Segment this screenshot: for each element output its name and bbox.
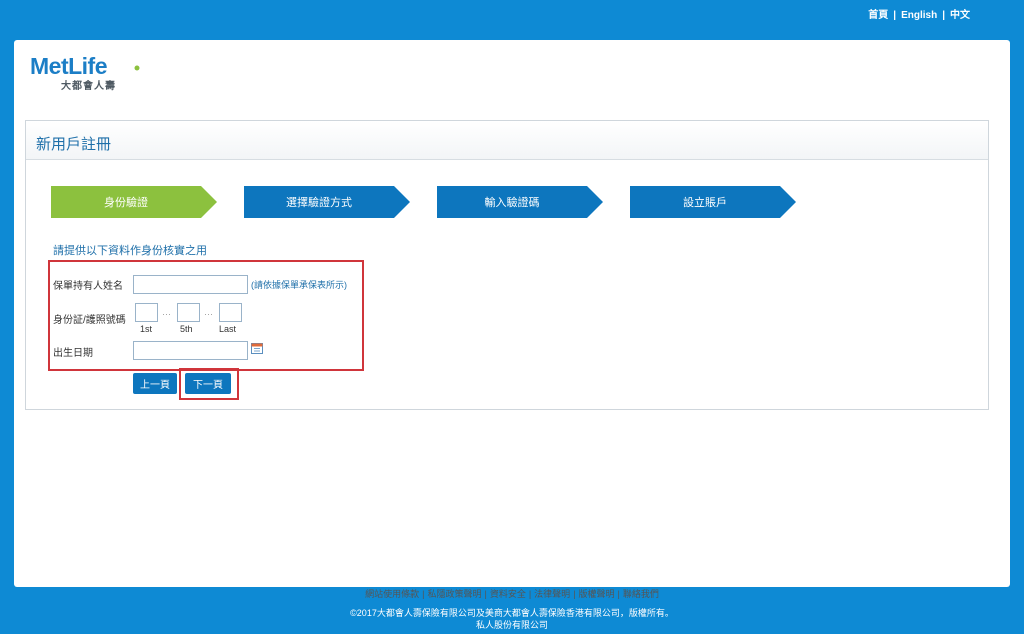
- top-nav: 首頁 | English | 中文: [868, 6, 970, 21]
- id-fifth-char-input[interactable]: [177, 303, 200, 322]
- footer-separator: |: [617, 589, 620, 599]
- id-dots: ···: [162, 309, 171, 319]
- main-panel: MetLife 大都會人壽 新用戶註冊 身份驗證 選擇驗證方式 輸入驗證碼 設立…: [14, 40, 1010, 587]
- copyright: ©2017大都會人壽保險有限公司及美商大都會人壽保險香港有限公司，版權所有。 私…: [0, 607, 1024, 631]
- id-last-char-input[interactable]: [219, 303, 242, 322]
- top-nav-separator: |: [942, 10, 945, 21]
- step-label: 選擇驗證方式: [286, 197, 352, 209]
- top-nav-separator: |: [893, 10, 897, 21]
- holder-name-hint: (請依據保單承保表所示): [251, 280, 347, 290]
- step-setup-account: 設立賬戶: [630, 186, 796, 218]
- page-title: 新用戶註冊: [36, 136, 112, 153]
- footer-links: 網站使用條款 | 私隱政策聲明 | 資料安全 | 法律聲明 | 版權聲明 | 聯絡我們: [0, 587, 1024, 600]
- step-label: 設立賬戶: [683, 197, 727, 209]
- identity-form: 保單持有人姓名 (請依據保單承保表所示) 身份証/護照號碼 ··· ··· 1s…: [48, 260, 364, 371]
- chinese-link[interactable]: 中文: [950, 10, 970, 21]
- copyright-line2: 私人股份有限公司: [475, 620, 548, 630]
- copyright-line1: ©2017大都會人壽保險有限公司及美商大都會人壽保險香港有限公司，版權所有。: [350, 608, 674, 618]
- step-label: 身份驗證: [104, 197, 148, 209]
- footer-link[interactable]: 聯絡我們: [623, 589, 659, 599]
- id-fifth-caption: 5th: [180, 324, 193, 334]
- logo-dot-icon: [134, 65, 140, 71]
- metlife-logo[interactable]: MetLife 大都會人壽: [30, 53, 150, 93]
- home-link[interactable]: 首頁: [868, 10, 888, 21]
- id-last-caption: Last: [219, 324, 237, 334]
- prev-page-button[interactable]: 上一頁: [133, 373, 177, 394]
- footer-link[interactable]: 網站使用條款: [365, 589, 419, 599]
- id-dots: ···: [204, 309, 213, 319]
- step-enter-code: 輸入驗證碼: [437, 186, 603, 218]
- instruction-text: 請提供以下資料作身份核實之用: [53, 245, 207, 257]
- footer-link[interactable]: 版權聲明: [579, 589, 615, 599]
- id-first-caption: 1st: [140, 324, 153, 334]
- footer-separator: |: [573, 589, 576, 599]
- footer-link[interactable]: 法律聲明: [534, 589, 570, 599]
- id-number-label: 身份証/護照號碼: [53, 315, 126, 326]
- card-header: [26, 121, 988, 160]
- holder-name-label: 保單持有人姓名: [53, 281, 123, 292]
- id-first-char-input[interactable]: [135, 303, 158, 322]
- footer-link[interactable]: 私隱政策聲明: [427, 589, 481, 599]
- english-link[interactable]: English: [901, 10, 937, 21]
- footer-link[interactable]: 資料安全: [490, 589, 526, 599]
- dob-label: 出生日期: [53, 348, 93, 359]
- logo-subtitle: 大都會人壽: [61, 81, 116, 92]
- dob-input[interactable]: [133, 341, 248, 360]
- registration-card: 新用戶註冊 身份驗證 選擇驗證方式 輸入驗證碼 設立賬戶 請提供以下資料作身份核…: [25, 120, 989, 410]
- footer-separator: |: [528, 589, 532, 599]
- step-choose-method: 選擇驗證方式: [244, 186, 410, 218]
- footer-separator: |: [484, 589, 487, 599]
- next-page-button[interactable]: 下一頁: [185, 373, 231, 394]
- step-identity-verification: 身份驗證: [51, 186, 217, 218]
- footer-separator: |: [422, 589, 425, 599]
- calendar-icon[interactable]: [251, 342, 263, 354]
- logo-brand: MetLife: [30, 53, 108, 79]
- step-label: 輸入驗證碼: [484, 197, 540, 209]
- holder-name-input[interactable]: [133, 275, 248, 294]
